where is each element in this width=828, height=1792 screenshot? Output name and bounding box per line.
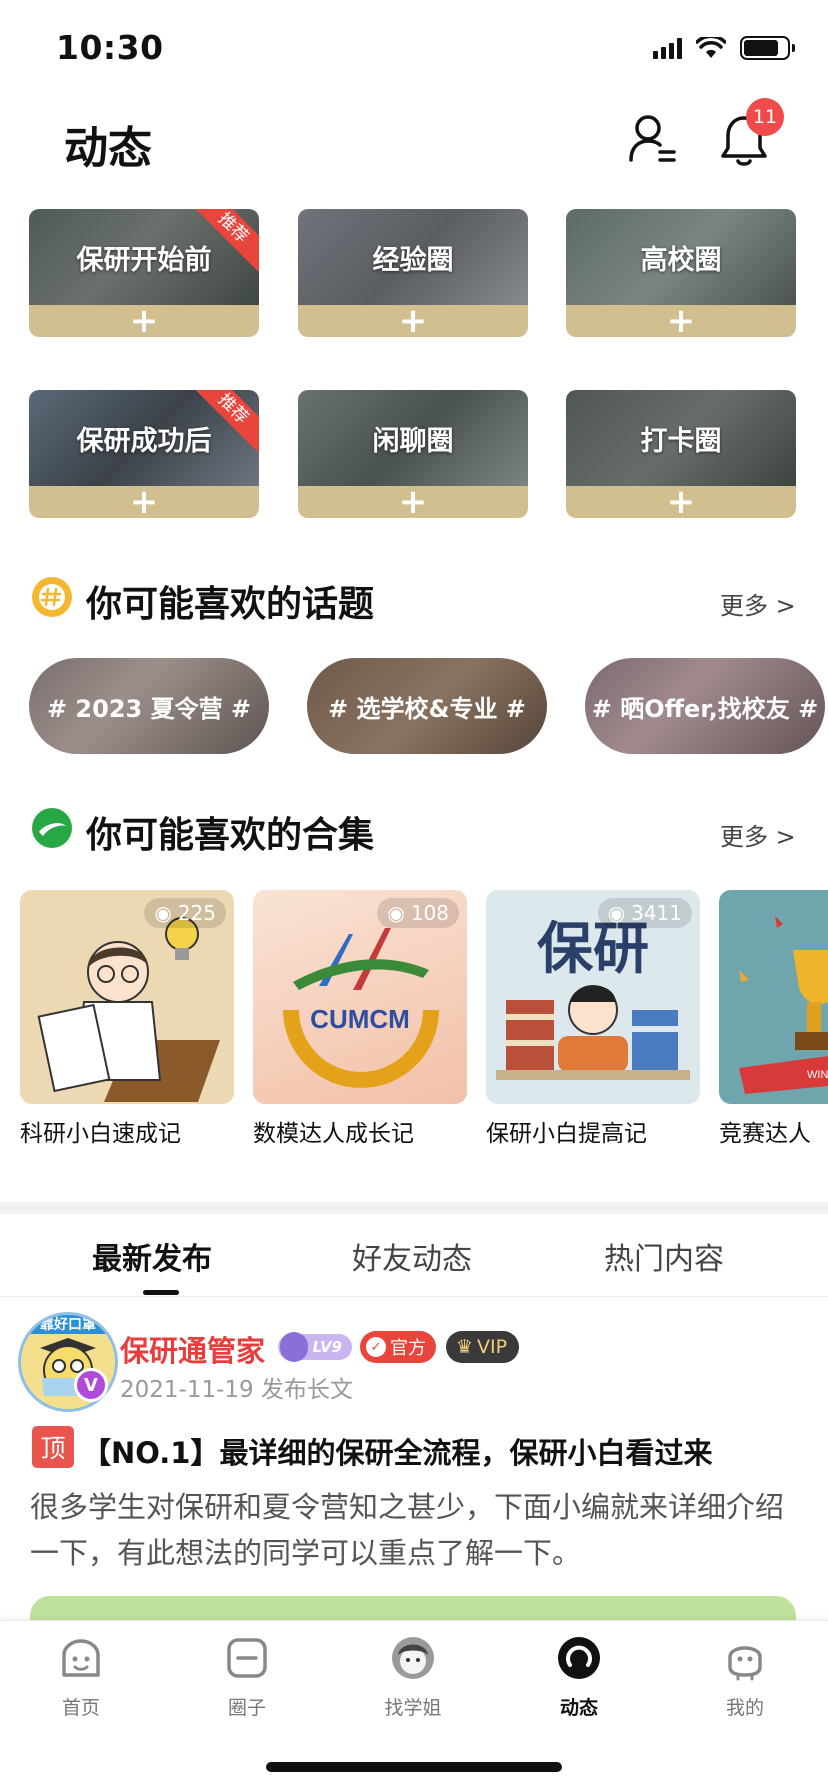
notification-count-badge: 11 <box>746 98 784 136</box>
join-circle-button[interactable]: + <box>29 301 259 337</box>
join-circle-button[interactable]: + <box>29 482 259 518</box>
tab-divider <box>0 1296 828 1297</box>
collections-more-link[interactable]: 更多 > <box>720 817 796 852</box>
senior-avatar-icon <box>392 1637 434 1679</box>
user-list-icon[interactable] <box>628 112 678 166</box>
eye-icon: ◉ <box>607 901 626 925</box>
feed-icon <box>558 1637 600 1679</box>
circle-card-checkin[interactable]: 打卡圈 + <box>566 390 796 518</box>
circle-card-chat[interactable]: 闲聊圈 + <box>298 390 528 518</box>
circle-card-before[interactable]: 保研开始前 推荐 + <box>29 209 259 337</box>
nav-label: 动态 <box>559 1697 598 1719</box>
eye-icon: ◉ <box>154 901 172 925</box>
battery-icon <box>740 36 795 60</box>
join-circle-button[interactable]: + <box>566 482 796 518</box>
vip-badge: ♛ VIP <box>446 1331 520 1363</box>
crown-icon: ♛ <box>456 1336 474 1358</box>
verified-badge: V <box>74 1368 108 1402</box>
join-circle-button[interactable]: + <box>298 301 528 337</box>
circle-card-after[interactable]: 保研成功后 推荐 + <box>29 390 259 518</box>
topic-label: # 2023 夏令营 # <box>46 694 252 723</box>
cellular-signal-icon <box>653 37 682 59</box>
topics-section-title: 你可能喜欢的话题 <box>86 584 375 625</box>
collection-card[interactable]: 保研 ◉ 3411 <box>486 890 700 1104</box>
nav-find-senior[interactable]: 找学姐 <box>358 1635 468 1725</box>
view-count-badge: ◉ 108 <box>377 898 459 928</box>
topic-label: # 选学校&专业 # <box>328 694 526 723</box>
collection-card[interactable]: WIN <box>719 890 828 1104</box>
view-count-badge: ◉ 3411 <box>597 898 692 928</box>
join-circle-button[interactable]: + <box>566 301 796 337</box>
circle-card-experience[interactable]: 经验圈 + <box>298 209 528 337</box>
circle-name: 打卡圈 <box>640 425 722 457</box>
vip-label: VIP <box>477 1336 508 1358</box>
nav-label: 找学姐 <box>384 1697 442 1719</box>
post-title[interactable]: 【NO.1】最详细的保研全流程，保研小白看过来 <box>82 1430 712 1472</box>
nav-label: 圈子 <box>227 1697 266 1719</box>
nav-feed[interactable]: 动态 <box>524 1635 634 1725</box>
view-count: 225 <box>177 901 216 925</box>
nav-label: 我的 <box>725 1697 764 1719</box>
nav-circles[interactable]: 圈子 <box>192 1635 302 1725</box>
avatar-text: 靠好口罩 <box>40 1316 96 1333</box>
post-excerpt[interactable]: 很多学生对保研和夏令营知之甚少，下面小编就来详细介绍一下，有此想法的同学可以重点… <box>30 1484 806 1576</box>
official-label: 官方 <box>390 1338 426 1359</box>
circle-name: 高校圈 <box>640 244 722 276</box>
topic-hashtag-icon <box>32 577 72 617</box>
tab-hot[interactable]: 热门内容 <box>604 1234 724 1278</box>
join-circle-button[interactable]: + <box>298 482 528 518</box>
status-bar: 10:30 <box>0 0 828 96</box>
author-name[interactable]: 保研通管家 <box>120 1328 265 1370</box>
eye-icon: ◉ <box>387 901 405 925</box>
wifi-icon <box>696 37 726 58</box>
collection-title: 竞赛达人 <box>719 1121 811 1147</box>
tab-friends[interactable]: 好友动态 <box>352 1234 472 1278</box>
topic-pill[interactable]: # 选学校&专业 # <box>307 658 547 754</box>
collection-card[interactable]: ◉ 225 <box>20 890 234 1104</box>
circle-name: 经验圈 <box>372 244 454 276</box>
cumcm-text: CUMCM <box>310 1004 410 1034</box>
level-badge: LV9 <box>278 1332 352 1362</box>
profile-icon <box>728 1646 762 1681</box>
section-divider <box>0 1202 828 1214</box>
circle-name: 闲聊圈 <box>372 425 454 457</box>
nav-profile[interactable]: 我的 <box>690 1635 800 1725</box>
check-icon: ✓ <box>366 1337 386 1357</box>
nav-home[interactable]: 首页 <box>26 1635 136 1725</box>
topics-more-link[interactable]: 更多 > <box>720 586 796 621</box>
status-icons <box>653 36 795 60</box>
home-icon <box>62 1639 100 1677</box>
trophy-illustration: WIN <box>739 916 828 1094</box>
collection-title: 数模达人成长记 <box>253 1121 414 1147</box>
page-title: 动态 <box>64 123 152 174</box>
topic-pill[interactable]: # 2023 夏令营 # <box>29 658 269 754</box>
view-count: 108 <box>410 901 449 925</box>
collection-title: 保研小白提高记 <box>486 1121 647 1147</box>
topic-pill[interactable]: # 晒Offer,找校友 # <box>585 658 825 754</box>
pinned-tag: 顶 <box>32 1426 74 1468</box>
circle-card-university[interactable]: 高校圈 + <box>566 209 796 337</box>
collections-section-title: 你可能喜欢的合集 <box>86 815 375 856</box>
home-indicator <box>266 1762 562 1772</box>
view-count: 3411 <box>631 901 682 925</box>
collection-title: 科研小白速成记 <box>20 1121 181 1147</box>
collection-card[interactable]: CUMCM ◉ 108 <box>253 890 467 1104</box>
circle-icon <box>227 1638 267 1678</box>
post-meta: 2021-11-19 发布长文 <box>120 1377 353 1403</box>
tab-latest[interactable]: 最新发布 <box>92 1234 212 1278</box>
status-time: 10:30 <box>56 28 164 67</box>
collection-icon <box>32 808 72 848</box>
view-count-badge: ◉ 225 <box>144 898 226 928</box>
official-badge: ✓ 官方 <box>360 1331 436 1363</box>
nav-label: 首页 <box>61 1697 100 1719</box>
active-tab-indicator <box>143 1290 179 1295</box>
topic-label: # 晒Offer,找校友 # <box>591 694 819 723</box>
win-text: WIN <box>807 1069 828 1081</box>
